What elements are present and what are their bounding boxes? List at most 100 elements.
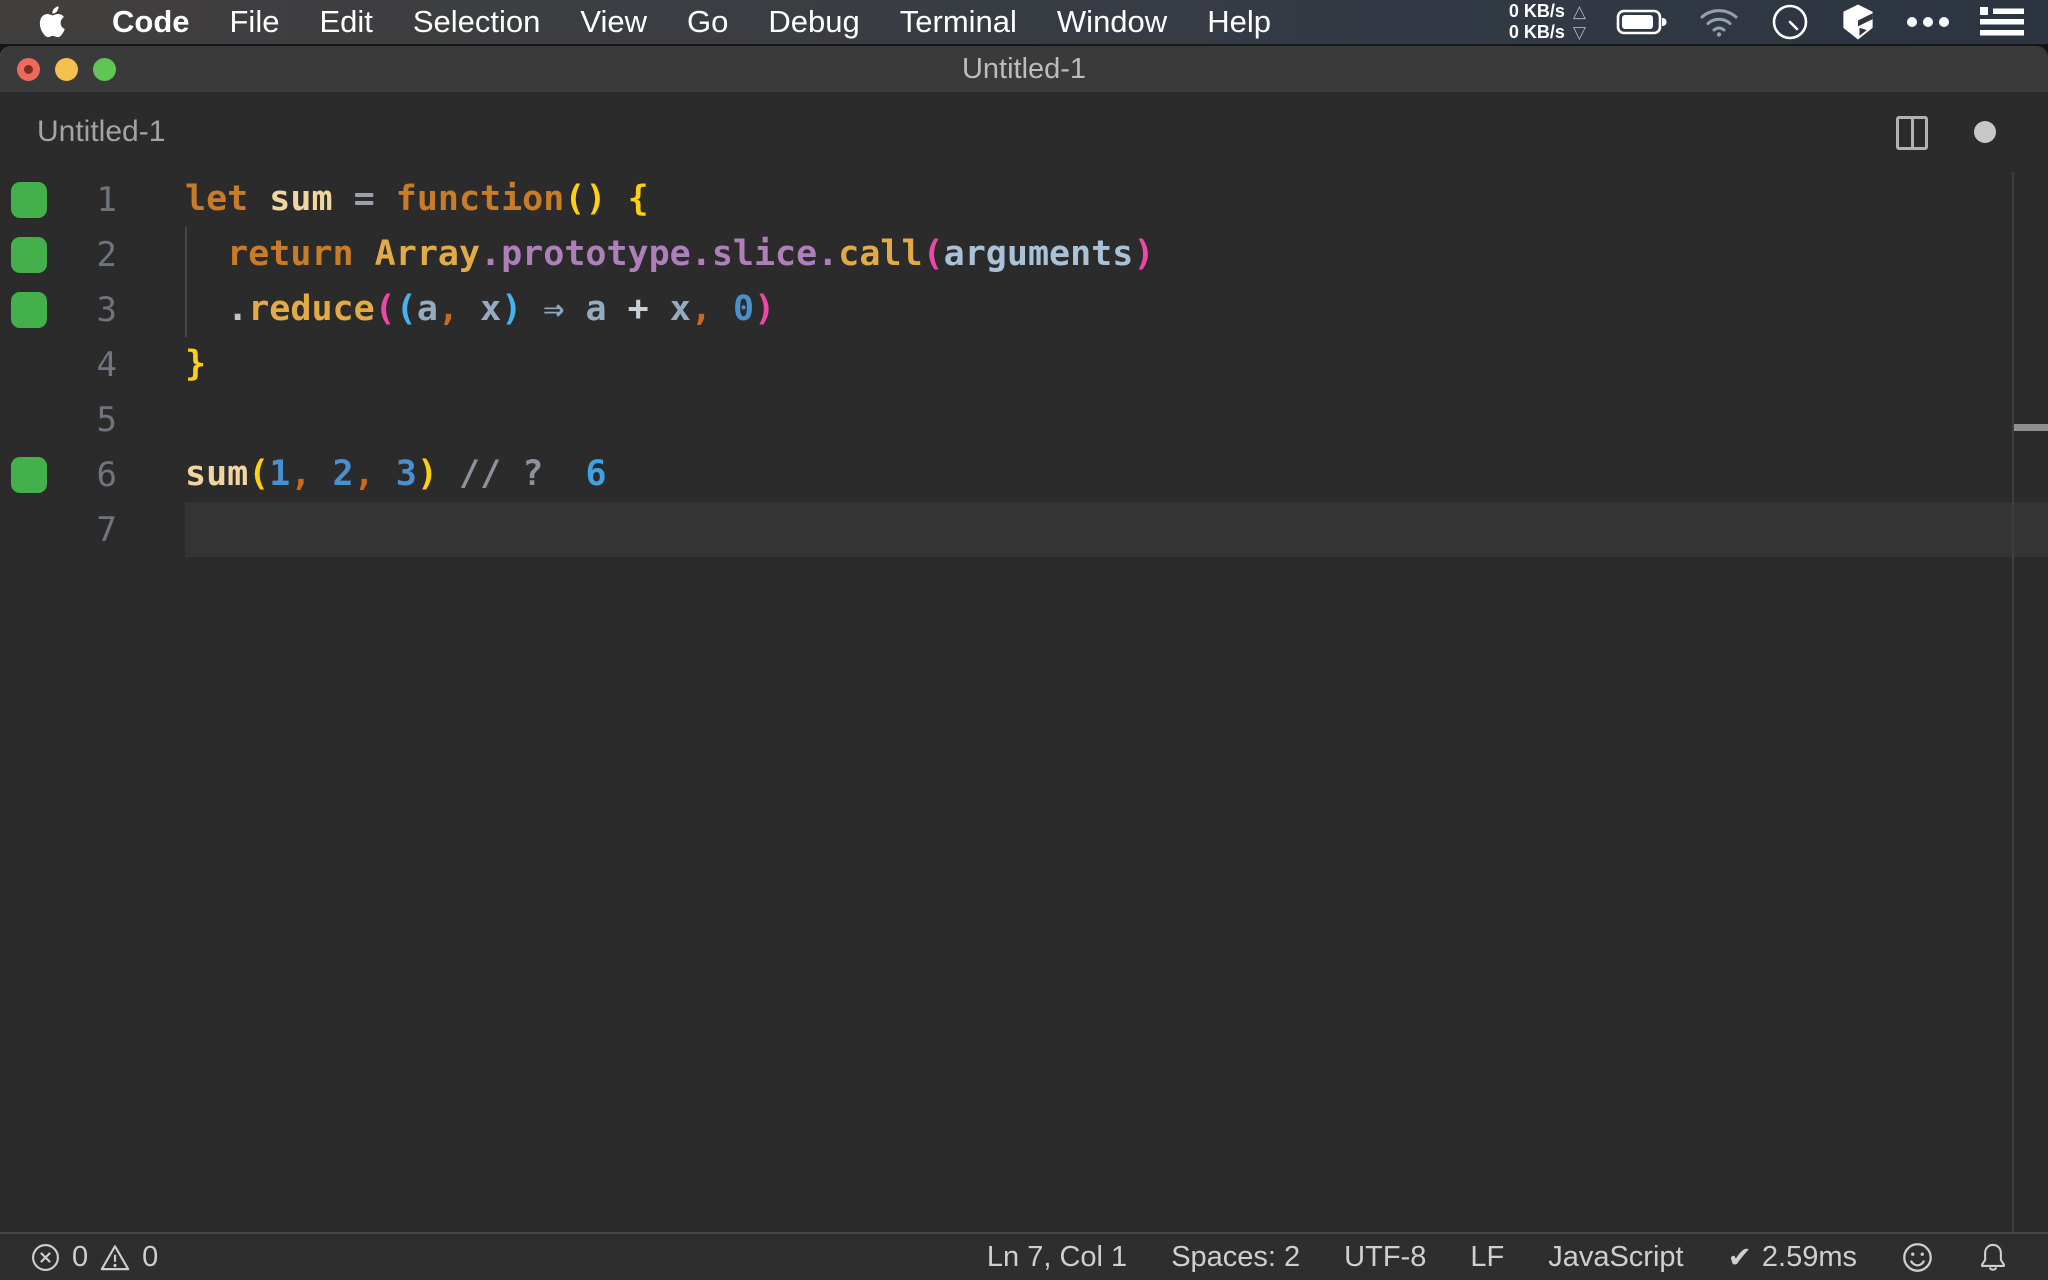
error-count: 0 xyxy=(72,1240,89,1273)
code-token: x xyxy=(669,289,691,329)
code-token: ) xyxy=(501,289,523,329)
menu-window[interactable]: Window xyxy=(1057,4,1167,40)
code-text: let sum = function() { xyxy=(185,172,2048,227)
upload-triangle-icon: △ xyxy=(1572,2,1586,21)
code-token: 3 xyxy=(395,454,417,494)
code-line-2[interactable]: 2 return Array.prototype.slice.call(argu… xyxy=(0,227,2048,282)
clock-icon[interactable] xyxy=(1770,2,1810,42)
code-token: let xyxy=(185,179,249,219)
language-mode[interactable]: JavaScript xyxy=(1548,1241,1683,1274)
editor-tab-label[interactable]: Untitled-1 xyxy=(37,115,165,149)
quokka-coverage-indicator xyxy=(11,291,47,328)
menu-file[interactable]: File xyxy=(230,4,280,40)
cube-icon[interactable] xyxy=(1840,3,1876,41)
wifi-icon[interactable] xyxy=(1698,6,1740,38)
code-token: Array xyxy=(374,234,481,274)
zoom-button[interactable] xyxy=(93,57,116,81)
code-token: ( xyxy=(248,454,270,494)
error-icon xyxy=(30,1242,61,1273)
code-token: , xyxy=(353,454,375,494)
code-token: 1 xyxy=(269,454,291,494)
code-token: ) xyxy=(1133,234,1155,274)
code-token: ( xyxy=(374,289,396,329)
cursor-position[interactable]: Ln 7, Col 1 xyxy=(987,1241,1127,1274)
line-number: 4 xyxy=(96,344,117,385)
code-token: , xyxy=(690,289,712,329)
code-token: ? xyxy=(522,454,544,494)
split-editor-icon[interactable] xyxy=(1896,116,1928,150)
code-line-7[interactable]: 7 xyxy=(0,502,2048,557)
code-token: sum xyxy=(185,454,249,494)
code-token: a xyxy=(585,289,607,329)
menu-view[interactable]: View xyxy=(580,4,647,40)
network-down-label: 0 KB/s xyxy=(1508,22,1565,42)
menu-code[interactable]: Code xyxy=(112,4,190,40)
close-button[interactable] xyxy=(17,57,40,81)
list-icon[interactable] xyxy=(1980,6,2024,38)
code-token: ) xyxy=(416,454,438,494)
code-token: ) xyxy=(754,289,776,329)
indentation-setting[interactable]: Spaces: 2 xyxy=(1171,1241,1300,1274)
code-line-5[interactable]: 5 xyxy=(0,392,2048,447)
code-text: } xyxy=(185,337,2048,392)
code-token: 6 xyxy=(585,454,607,494)
menu-selection[interactable]: Selection xyxy=(413,4,541,40)
menu-bar: Code File Edit Selection View Go Debug Terminal… xyxy=(0,0,2048,44)
line-number: 3 xyxy=(96,289,117,330)
code-line-4[interactable]: 4} xyxy=(0,337,2048,392)
code-line-1[interactable]: 1 let sum = function() { xyxy=(0,172,2048,227)
gutter-spacer xyxy=(11,402,47,438)
code-token: reduce xyxy=(248,289,375,329)
code-editor[interactable]: 1 let sum = function() {2 return Array.pr… xyxy=(0,172,2048,1232)
unsaved-changes-dot[interactable] xyxy=(1974,121,1996,143)
menu-go[interactable]: Go xyxy=(687,4,728,40)
menu-terminal[interactable]: Terminal xyxy=(900,4,1017,40)
code-line-3[interactable]: 3 .reduce((a, x) ⇒ a + x, 0) xyxy=(0,282,2048,337)
code-line-6[interactable]: 6 sum(1, 2, 3) // ? 6 xyxy=(0,447,2048,502)
apple-menu-icon[interactable] xyxy=(38,4,68,40)
code-token: 0 xyxy=(733,289,755,329)
quokka-status[interactable]: ✔ 2.59ms xyxy=(1728,1240,1857,1275)
code-text: .reduce((a, x) ⇒ a + x, 0) xyxy=(185,282,2048,337)
check-icon: ✔ xyxy=(1727,1241,1752,1274)
problems-indicator[interactable]: 0 0 xyxy=(30,1241,158,1274)
line-number: 2 xyxy=(96,234,117,275)
minimize-button[interactable] xyxy=(55,57,78,81)
code-token: . xyxy=(817,234,839,274)
line-number: 7 xyxy=(96,509,117,550)
eol-setting[interactable]: LF xyxy=(1470,1241,1504,1274)
encoding-setting[interactable]: UTF-8 xyxy=(1344,1241,1426,1274)
battery-icon[interactable] xyxy=(1616,8,1668,36)
network-speed-indicator[interactable]: 0 KB/s △ 0 KB/s ▽ xyxy=(1509,1,1586,43)
code-token: return xyxy=(227,234,354,274)
bell-icon[interactable] xyxy=(1978,1241,2008,1274)
code-token: arguments xyxy=(943,234,1134,274)
menu-edit[interactable]: Edit xyxy=(319,4,372,40)
code-token: , xyxy=(290,454,312,494)
download-triangle-icon: ▽ xyxy=(1572,23,1586,42)
smiley-icon[interactable] xyxy=(1901,1241,1934,1274)
overview-ruler-border xyxy=(2012,172,2014,1232)
code-token: a xyxy=(416,289,438,329)
menu-help[interactable]: Help xyxy=(1207,4,1271,40)
code-token: { xyxy=(627,179,649,219)
screen: Code File Edit Selection View Go Debug Terminal… xyxy=(0,0,2048,1280)
code-token: // xyxy=(459,454,502,494)
window-titlebar[interactable]: Untitled-1 xyxy=(0,46,2048,92)
menu-debug[interactable]: Debug xyxy=(768,4,859,40)
vscode-window: Untitled-1 Untitled-1 1 let sum = functio… xyxy=(0,44,2048,1280)
code-token: = xyxy=(353,179,375,219)
ellipsis-icon[interactable] xyxy=(1906,16,1950,28)
code-token: call xyxy=(838,234,923,274)
